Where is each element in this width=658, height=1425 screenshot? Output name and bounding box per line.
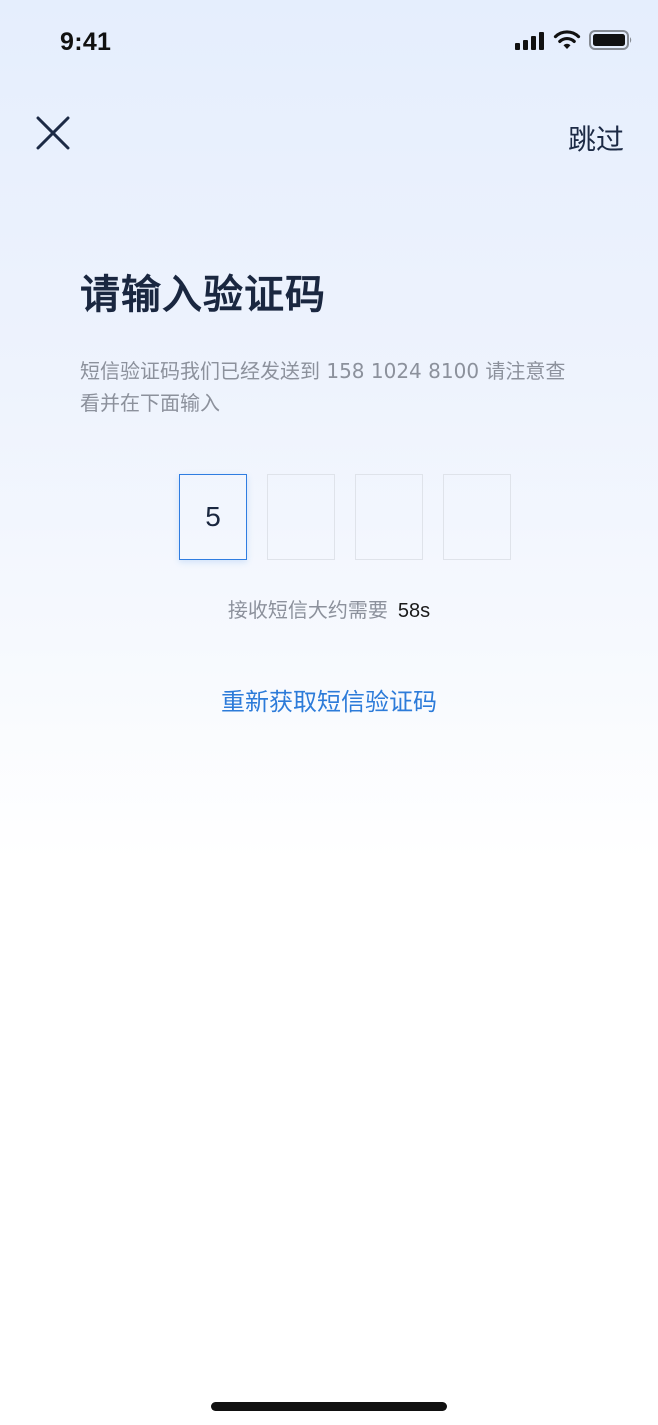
wifi-icon bbox=[553, 29, 581, 51]
code-input-group: 5 bbox=[179, 474, 519, 562]
close-button[interactable] bbox=[30, 110, 76, 156]
page-title: 请输入验证码 bbox=[80, 272, 326, 318]
status-time: 9:41 bbox=[60, 28, 112, 56]
countdown-label: 接收短信大约需要 bbox=[227, 598, 388, 622]
countdown-text: 接收短信大约需要 58s bbox=[0, 594, 658, 623]
sms-description: 短信验证码我们已经发送到 158 1024 8100 请注意查看并在下面输入 bbox=[80, 359, 566, 415]
battery-icon bbox=[589, 30, 633, 50]
close-icon bbox=[36, 116, 70, 150]
home-indicator[interactable] bbox=[211, 1402, 447, 1411]
resend-code-link[interactable]: 重新获取短信验证码 bbox=[0, 682, 658, 717]
skip-button[interactable]: 跳过 bbox=[568, 118, 624, 158]
cellular-signal-icon bbox=[515, 32, 547, 50]
code-input-3[interactable] bbox=[355, 474, 423, 560]
verification-screen: 9:41 跳过 请输入验证码 短信验证码我们已经发送到 158 1024 810… bbox=[0, 0, 658, 1425]
code-input-4[interactable] bbox=[443, 474, 511, 560]
countdown-seconds: 58s bbox=[397, 600, 431, 622]
code-input-1[interactable]: 5 bbox=[179, 474, 247, 560]
code-input-2[interactable] bbox=[267, 474, 335, 560]
